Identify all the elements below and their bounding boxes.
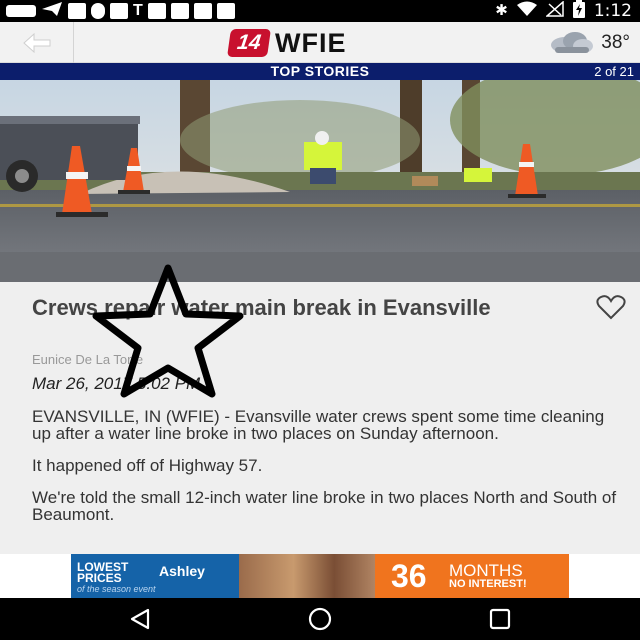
story-counter: 2 of 21 bbox=[594, 64, 634, 79]
star-outline-icon[interactable] bbox=[88, 262, 248, 398]
ad-promo-left: LOWEST PRICES of the season event Ashley bbox=[71, 554, 239, 598]
ad-text: PRICES bbox=[77, 571, 122, 585]
temperature: 38° bbox=[601, 32, 630, 53]
station-logo[interactable]: 14 WFIE bbox=[227, 27, 347, 59]
battery-charging-icon bbox=[572, 0, 585, 23]
ad-brand: Ashley bbox=[159, 563, 205, 579]
ad-text: MONTHS bbox=[449, 561, 523, 580]
favorite-button[interactable] bbox=[596, 294, 626, 320]
notification-icons: T bbox=[6, 1, 235, 22]
top-stories-bar: TOP STORIES 2 of 21 bbox=[0, 63, 640, 80]
square-icon bbox=[170, 3, 189, 19]
ad-furniture-image bbox=[239, 554, 375, 598]
no-signal-icon bbox=[544, 0, 564, 22]
send-icon bbox=[41, 1, 63, 22]
paragraph: EVANSVILLE, IN (WFIE) - Evansville water… bbox=[32, 407, 605, 443]
ad-banner-area: LOWEST PRICES of the season event Ashley… bbox=[0, 554, 640, 598]
ad-text: NO INTEREST! bbox=[449, 578, 527, 590]
ad-text: of the season event bbox=[77, 584, 156, 594]
section-title: TOP STORIES bbox=[270, 63, 370, 79]
paragraph: We're told the small 12-inch water line … bbox=[32, 488, 617, 524]
nav-back-button[interactable] bbox=[100, 598, 180, 640]
station-name: WFIE bbox=[275, 27, 347, 58]
app-bar: 14 WFIE 38° bbox=[0, 22, 640, 63]
station-badge: 14 bbox=[227, 29, 271, 57]
system-icons: ✱ 1:12 bbox=[495, 0, 632, 22]
article-photo[interactable] bbox=[0, 80, 640, 282]
facebook-icon bbox=[68, 3, 86, 19]
square-icon bbox=[147, 3, 166, 19]
square-icon bbox=[216, 3, 235, 19]
heart-outline-icon bbox=[596, 295, 626, 320]
clock: 1:12 bbox=[593, 1, 632, 21]
nav-back-icon bbox=[130, 608, 150, 630]
navigation-bar bbox=[0, 598, 640, 640]
square-icon bbox=[193, 3, 212, 19]
nav-home-button[interactable] bbox=[280, 598, 360, 640]
ad-promo-right: 36 MONTHS NO INTEREST! bbox=[375, 554, 569, 598]
chat-icon bbox=[6, 5, 36, 17]
weather-widget[interactable]: 38° bbox=[547, 26, 630, 60]
article-text: EVANSVILLE, IN (WFIE) - Evansville water… bbox=[32, 408, 622, 538]
bluetooth-icon: ✱ bbox=[495, 2, 508, 19]
message-icon bbox=[110, 3, 128, 19]
t-icon: T bbox=[133, 2, 143, 19]
nav-recents-icon bbox=[489, 608, 511, 630]
back-arrow-icon bbox=[22, 32, 50, 53]
wifi-icon bbox=[516, 1, 537, 22]
cloud-icon bbox=[551, 32, 594, 53]
status-bar: T ✱ 1:12 bbox=[0, 0, 640, 22]
ad-banner[interactable]: LOWEST PRICES of the season event Ashley… bbox=[71, 554, 569, 598]
nav-home-icon bbox=[308, 607, 332, 631]
ad-number: 36 bbox=[391, 558, 427, 594]
nav-recents-button[interactable] bbox=[460, 598, 540, 640]
thermometer-icon bbox=[91, 3, 105, 19]
back-button[interactable] bbox=[0, 22, 74, 63]
paragraph: It happened off of Highway 57. bbox=[32, 456, 263, 475]
